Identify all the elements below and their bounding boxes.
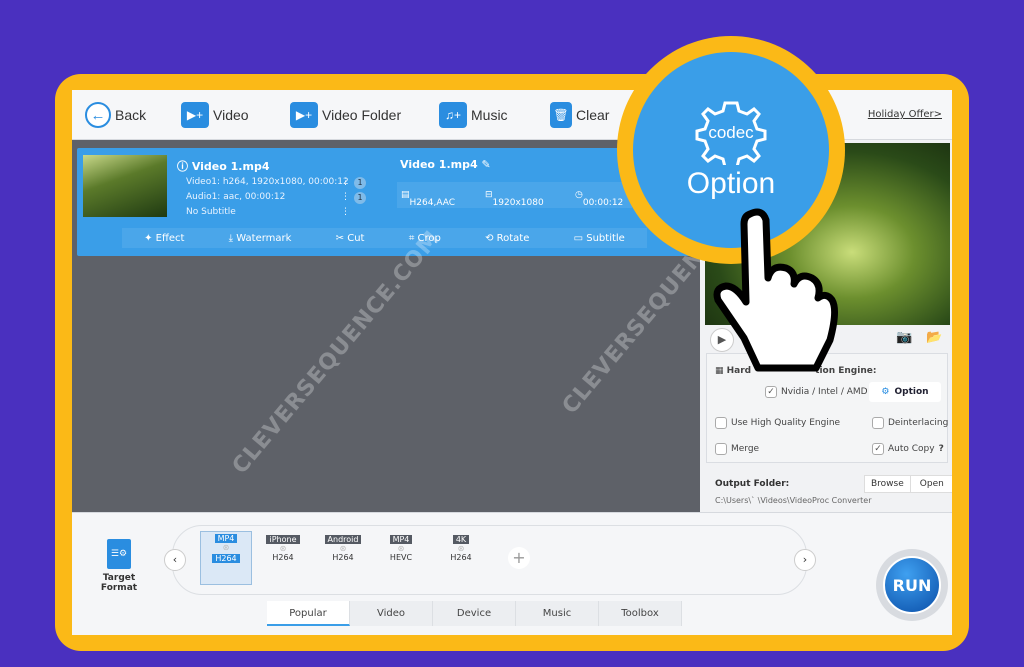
video-list: ⓘ Video 1.mp4 Video1: h264, 1920x1080, 0… [72, 140, 700, 512]
tab-toolbox[interactable]: Toolbox [599, 601, 682, 626]
codec-gear-icon: codec [695, 101, 767, 165]
watermark-button[interactable]: ⤓ Watermark [229, 233, 292, 244]
high-quality-checkbox[interactable]: Use High Quality Engine [715, 417, 840, 429]
watermark-text: CLEVERSEQUENCE.COM [227, 225, 446, 480]
film-plus-icon: ▶+ [181, 102, 209, 128]
output-folder-label: Output Folder: [715, 479, 790, 489]
output-path: C:\Users\` \Videos\VideoProc Converter [715, 496, 872, 505]
video-folder-label: Video Folder [322, 107, 402, 123]
source-filename: ⓘ Video 1.mp4 [177, 160, 270, 173]
trash-icon: 🗑 [550, 102, 572, 128]
add-video-button[interactable]: ▶+ Video [181, 102, 249, 128]
tab-device[interactable]: Device [433, 601, 516, 626]
run-button[interactable]: RUN [876, 549, 948, 621]
add-format-button[interactable]: + [508, 547, 530, 569]
video-track[interactable]: Video1: h264, 1920x1080, 00:00:12 [186, 177, 349, 187]
rotate-button[interactable]: ⟲ Rotate [485, 233, 529, 244]
subtitle-dropdown[interactable]: ⋮ [341, 207, 350, 217]
add-video-folder-button[interactable]: ▶+ Video Folder [290, 102, 401, 128]
hand-cursor-icon [713, 208, 839, 372]
open-button[interactable]: Open [911, 476, 952, 492]
output-filename[interactable]: Video 1.mp4 ✎ [400, 158, 491, 171]
callout-label: Option [686, 167, 776, 200]
tab-music[interactable]: Music [516, 601, 599, 626]
folder-buttons: Browse Open [864, 475, 952, 493]
deinterlacing-checkbox[interactable]: Deinterlacing [872, 417, 948, 429]
audio-track-count: 1 [354, 192, 366, 204]
video-item[interactable]: ⓘ Video 1.mp4 Video1: h264, 1920x1080, 0… [77, 148, 692, 256]
format-preset-mp4-hevc[interactable]: MP4 ⊛ HEVC [380, 533, 422, 581]
help-icon[interactable]: ? [939, 444, 944, 454]
target-format-button[interactable]: ☰⚙ Target Format [84, 539, 154, 593]
nvidia-checkbox[interactable]: ✓ Nvidia / Intel / AMD [765, 386, 868, 398]
target-format-icon: ☰⚙ [107, 539, 131, 569]
resolution-info: ⊟ 1920x1080 [485, 190, 544, 208]
back-arrow-icon: ← [85, 102, 111, 128]
video-track-count: 1 [354, 177, 366, 189]
output-info: ▤ H264,AAC ⊟ 1920x1080 ◷ 00:00:12 [397, 182, 632, 208]
add-music-button[interactable]: ♫+ Music [439, 102, 508, 128]
folder-plus-icon: ▶+ [290, 102, 318, 128]
svg-text:codec: codec [708, 123, 754, 142]
chevron-left-icon[interactable]: ‹ [164, 549, 186, 571]
bottom-panel: ☰⚙ Target Format ‹ › MP4 ⊛ H264 iPhone ⊛ H26… [72, 512, 952, 635]
duration-info: ◷ 00:00:12 [575, 190, 624, 208]
subtitle-track[interactable]: No Subtitle [186, 207, 236, 217]
merge-checkbox[interactable]: Merge [715, 443, 759, 455]
subtitle-button[interactable]: ▭ Subtitle [574, 233, 625, 244]
edit-toolbar: ✦ Effect ⤓ Watermark ✂ Cut ⌗ Crop ⟲ Rota… [122, 228, 647, 248]
format-preset-android[interactable]: Android ⊛ H264 [322, 533, 364, 581]
clear-button[interactable]: 🗑 Clear [550, 102, 609, 128]
back-label: Back [115, 107, 147, 123]
effect-button[interactable]: ✦ Effect [144, 233, 184, 244]
cut-button[interactable]: ✂ Cut [336, 233, 365, 244]
back-button[interactable]: ← Back [85, 102, 146, 128]
format-tabs: Popular Video Device Music Toolbox [267, 601, 682, 626]
tab-video[interactable]: Video [350, 601, 433, 626]
snapshot-icon[interactable]: 📷 [896, 330, 912, 345]
chevron-right-icon[interactable]: › [794, 549, 816, 571]
browse-button[interactable]: Browse [865, 476, 911, 492]
music-label: Music [471, 107, 508, 123]
auto-copy-checkbox[interactable]: ✓ Auto Copy? [872, 443, 944, 455]
codec-option-button[interactable]: ⚙ Option [869, 382, 941, 402]
format-preset-iphone[interactable]: iPhone ⊛ H264 [262, 533, 304, 581]
run-label: RUN [883, 556, 941, 614]
format-preset-4k[interactable]: 4K ⊛ H264 [440, 533, 482, 581]
video-thumbnail[interactable] [83, 155, 167, 217]
format-preset-mp4-h264[interactable]: MP4 ⊛ H264 [200, 531, 252, 585]
clear-label: Clear [576, 107, 610, 123]
video-track-dropdown[interactable]: ⋮ [341, 177, 350, 187]
audio-track[interactable]: Audio1: aac, 00:00:12 [186, 192, 285, 202]
video-label: Video [213, 107, 249, 123]
tab-popular[interactable]: Popular [267, 601, 350, 626]
open-folder-icon[interactable]: 📂 [926, 330, 942, 345]
holiday-offer-link[interactable]: Holiday Offer> [868, 109, 942, 120]
gear-icon: ⚙ [881, 387, 890, 397]
codec-info: ▤ H264,AAC [401, 190, 456, 208]
audio-track-dropdown[interactable]: ⋮ [341, 192, 350, 202]
music-plus-icon: ♫+ [439, 102, 467, 128]
